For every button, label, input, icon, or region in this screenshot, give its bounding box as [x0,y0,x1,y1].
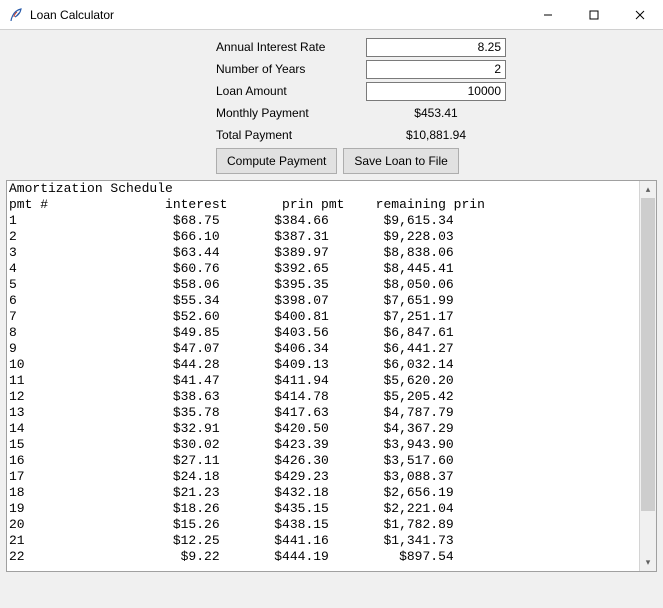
label-loan-amount: Loan Amount [216,84,366,98]
label-monthly-payment: Monthly Payment [216,106,366,120]
window-title: Loan Calculator [30,8,114,22]
scroll-down-arrow-icon[interactable]: ▾ [640,554,656,571]
scroll-thumb[interactable] [641,198,655,511]
value-monthly-payment: $453.41 [366,106,506,120]
titlebar[interactable]: Loan Calculator [0,0,663,30]
schedule-container: Amortization Schedule pmt # interest pri… [6,180,657,572]
label-annual-rate: Annual Interest Rate [216,40,366,54]
close-button[interactable] [617,0,663,30]
amortization-schedule[interactable]: Amortization Schedule pmt # interest pri… [7,181,656,571]
client-area: Annual Interest Rate Number of Years Loa… [0,30,663,608]
value-total-payment: $10,881.94 [366,128,506,142]
scrollbar-vertical[interactable]: ▴ ▾ [639,181,656,571]
input-loan-amount[interactable] [366,82,506,101]
input-annual-rate[interactable] [366,38,506,57]
label-years: Number of Years [216,62,366,76]
compute-payment-button[interactable]: Compute Payment [216,148,337,174]
scroll-track[interactable] [640,198,656,554]
scroll-up-arrow-icon[interactable]: ▴ [640,181,656,198]
label-total-payment: Total Payment [216,128,366,142]
save-loan-button[interactable]: Save Loan to File [343,148,458,174]
app-icon [8,7,24,23]
minimize-button[interactable] [525,0,571,30]
input-years[interactable] [366,60,506,79]
maximize-button[interactable] [571,0,617,30]
input-form: Annual Interest Rate Number of Years Loa… [216,36,556,174]
